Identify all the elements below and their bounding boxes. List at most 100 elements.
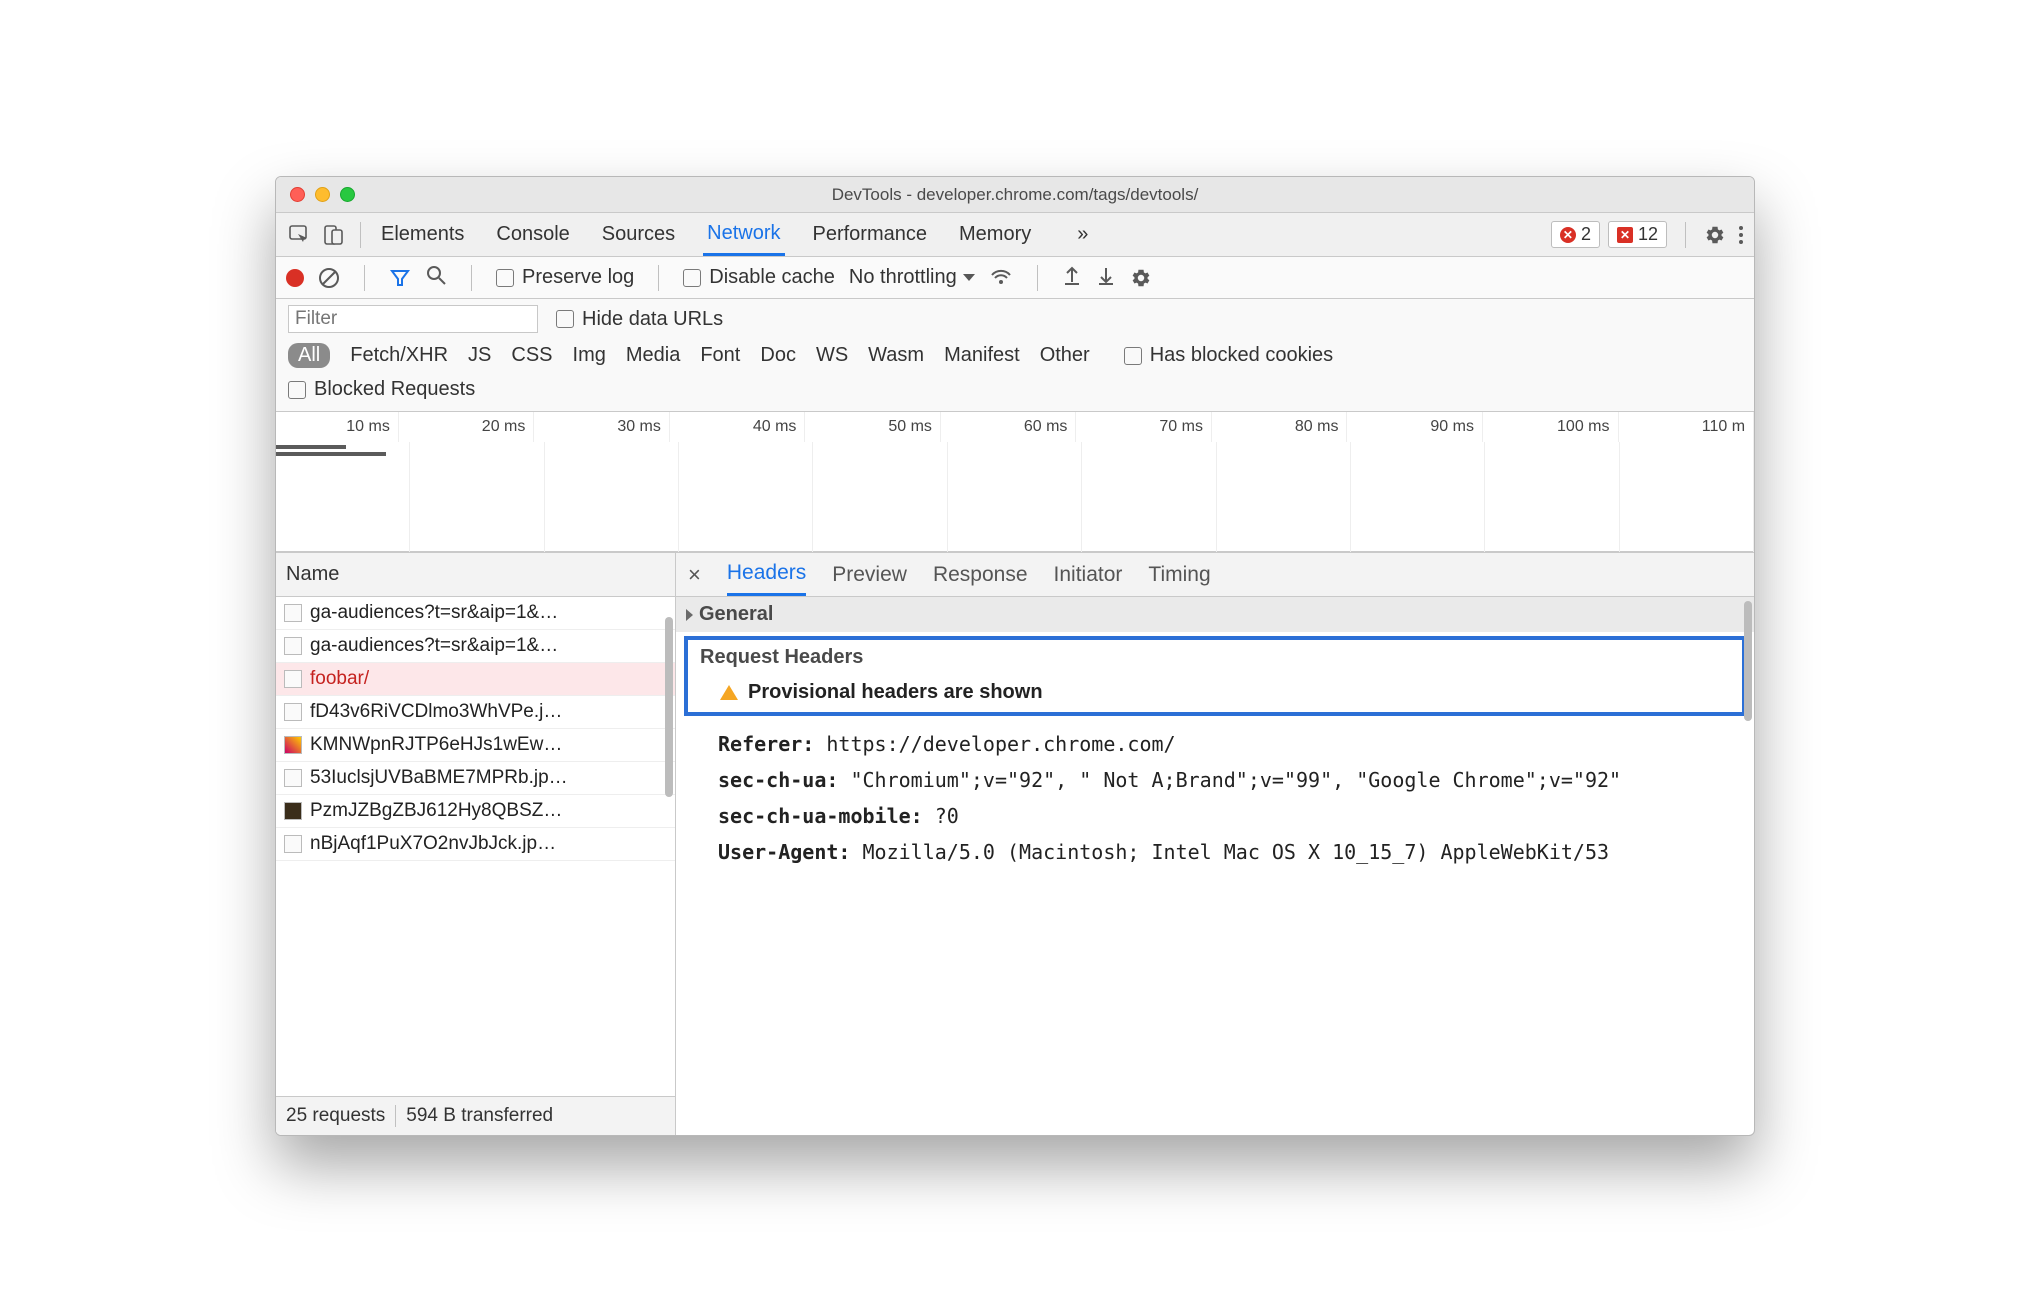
hide-data-urls-checkbox[interactable]: Hide data URLs xyxy=(556,308,723,331)
clear-icon[interactable] xyxy=(318,267,340,289)
scrollbar-thumb[interactable] xyxy=(1744,601,1752,721)
request-row-selected[interactable]: foobar/ xyxy=(276,663,675,696)
error-count-badge[interactable]: ✕ 2 xyxy=(1551,221,1600,248)
window-title: DevTools - developer.chrome.com/tags/dev… xyxy=(276,185,1754,205)
filter-input[interactable] xyxy=(288,305,538,333)
header-key: Referer: xyxy=(718,732,814,756)
tab-network[interactable]: Network xyxy=(703,213,784,256)
request-headers-highlight: Request Headers Provisional headers are … xyxy=(684,636,1746,716)
request-thumb-icon xyxy=(284,670,302,688)
device-toolbar-icon[interactable] xyxy=(316,220,350,250)
tab-initiator[interactable]: Initiator xyxy=(1054,553,1123,596)
request-row[interactable]: nBjAqf1PuX7O2nvJbJck.jp… xyxy=(276,828,675,861)
tab-memory[interactable]: Memory xyxy=(955,213,1035,256)
close-detail-icon[interactable]: × xyxy=(688,562,701,588)
tab-console[interactable]: Console xyxy=(492,213,573,256)
general-section-toggle[interactable]: General xyxy=(676,597,1754,632)
header-row: sec-ch-ua: "Chromium";v="92", " Not A;Br… xyxy=(718,762,1736,798)
kebab-menu-icon[interactable] xyxy=(1734,224,1748,246)
timeline-tick: 30 ms xyxy=(534,412,670,442)
more-tabs-icon[interactable]: » xyxy=(1077,223,1088,246)
header-value: ?0 xyxy=(935,804,959,828)
request-row[interactable]: KMNWpnRJTP6eHJs1wEw… xyxy=(276,729,675,762)
name-column-header[interactable]: Name xyxy=(276,553,675,597)
tab-sources[interactable]: Sources xyxy=(598,213,679,256)
transferred-size: 594 B transferred xyxy=(406,1105,553,1127)
blocked-requests-checkbox[interactable]: Blocked Requests xyxy=(288,378,475,401)
filter-bar: Hide data URLs All Fetch/XHR JS CSS Img … xyxy=(276,299,1754,412)
tab-performance[interactable]: Performance xyxy=(809,213,932,256)
type-wasm[interactable]: Wasm xyxy=(868,344,924,367)
type-ws[interactable]: WS xyxy=(816,344,848,367)
type-fetchxhr[interactable]: Fetch/XHR xyxy=(350,344,448,367)
network-toolbar: Preserve log Disable cache No throttling xyxy=(276,257,1754,299)
network-conditions-icon[interactable] xyxy=(989,264,1013,292)
header-value: Mozilla/5.0 (Macintosh; Intel Mac OS X 1… xyxy=(863,840,1610,864)
detail-tabs: × Headers Preview Response Initiator Tim… xyxy=(676,553,1754,597)
devtools-window: DevTools - developer.chrome.com/tags/dev… xyxy=(275,176,1755,1136)
type-js[interactable]: JS xyxy=(468,344,491,367)
checkbox-icon xyxy=(683,269,701,287)
header-row: Referer: https://developer.chrome.com/ xyxy=(718,726,1736,762)
separator xyxy=(360,222,361,248)
filter-icon[interactable] xyxy=(389,267,411,289)
provisional-headers-warning: Provisional headers are shown xyxy=(694,681,1736,704)
requests-count: 25 requests xyxy=(286,1105,385,1127)
request-rows: ga-audiences?t=sr&aip=1&… ga-audiences?t… xyxy=(276,597,675,1096)
issue-count-badge[interactable]: ✕ 12 xyxy=(1608,221,1667,248)
chevron-down-icon xyxy=(963,274,975,281)
type-css[interactable]: CSS xyxy=(511,344,552,367)
timeline-tick: 40 ms xyxy=(670,412,806,442)
import-har-icon[interactable] xyxy=(1062,264,1082,292)
request-headers-toggle[interactable]: Request Headers xyxy=(694,646,1736,669)
request-name: ga-audiences?t=sr&aip=1&… xyxy=(310,602,558,624)
export-har-icon[interactable] xyxy=(1096,264,1116,292)
tab-response[interactable]: Response xyxy=(933,553,1028,596)
settings-icon[interactable] xyxy=(1704,224,1726,246)
request-thumb-icon xyxy=(284,703,302,721)
preserve-log-checkbox[interactable]: Preserve log xyxy=(496,266,634,289)
request-name: PzmJZBgZBJ612Hy8QBSZ… xyxy=(310,800,562,822)
request-row[interactable]: ga-audiences?t=sr&aip=1&… xyxy=(276,630,675,663)
header-key: sec-ch-ua: xyxy=(718,768,838,792)
separator xyxy=(1037,265,1038,291)
type-filter-row: All Fetch/XHR JS CSS Img Media Font Doc … xyxy=(288,343,1742,368)
hide-data-urls-label: Hide data URLs xyxy=(582,308,723,331)
inspect-element-icon[interactable] xyxy=(282,220,316,250)
type-font[interactable]: Font xyxy=(700,344,740,367)
separator xyxy=(364,265,365,291)
request-name: foobar/ xyxy=(310,668,369,690)
header-value: https://developer.chrome.com/ xyxy=(826,732,1175,756)
has-blocked-cookies-checkbox[interactable]: Has blocked cookies xyxy=(1124,344,1333,367)
request-row[interactable]: 53IuclsjUVBaBME7MPRb.jp… xyxy=(276,762,675,795)
tab-headers[interactable]: Headers xyxy=(727,553,806,596)
timeline-bar xyxy=(276,452,386,456)
timeline-tick: 60 ms xyxy=(941,412,1077,442)
search-icon[interactable] xyxy=(425,264,447,292)
general-label: General xyxy=(699,603,773,626)
tab-elements[interactable]: Elements xyxy=(377,213,468,256)
throttling-select[interactable]: No throttling xyxy=(849,266,975,289)
request-row[interactable]: PzmJZBgZBJ612Hy8QBSZ… xyxy=(276,795,675,828)
type-img[interactable]: Img xyxy=(573,344,606,367)
scrollbar-thumb[interactable] xyxy=(665,617,673,797)
request-list-pane: Name ga-audiences?t=sr&aip=1&… ga-audien… xyxy=(276,553,676,1135)
record-button[interactable] xyxy=(286,269,304,287)
type-manifest[interactable]: Manifest xyxy=(944,344,1020,367)
checkbox-icon xyxy=(556,310,574,328)
request-headers-list: Referer: https://developer.chrome.com/ s… xyxy=(676,720,1754,876)
network-settings-icon[interactable] xyxy=(1130,267,1744,289)
tab-timing[interactable]: Timing xyxy=(1148,553,1210,596)
disable-cache-checkbox[interactable]: Disable cache xyxy=(683,266,835,289)
request-name: nBjAqf1PuX7O2nvJbJck.jp… xyxy=(310,833,556,855)
split-view: Name ga-audiences?t=sr&aip=1&… ga-audien… xyxy=(276,552,1754,1135)
type-all[interactable]: All xyxy=(288,343,330,368)
request-thumb-icon xyxy=(284,637,302,655)
request-row[interactable]: fD43v6RiVCDlmo3WhVPe.j… xyxy=(276,696,675,729)
type-other[interactable]: Other xyxy=(1040,344,1090,367)
type-doc[interactable]: Doc xyxy=(760,344,796,367)
waterfall-timeline[interactable]: 10 ms 20 ms 30 ms 40 ms 50 ms 60 ms 70 m… xyxy=(276,412,1754,552)
type-media[interactable]: Media xyxy=(626,344,680,367)
tab-preview[interactable]: Preview xyxy=(832,553,907,596)
request-row[interactable]: ga-audiences?t=sr&aip=1&… xyxy=(276,597,675,630)
